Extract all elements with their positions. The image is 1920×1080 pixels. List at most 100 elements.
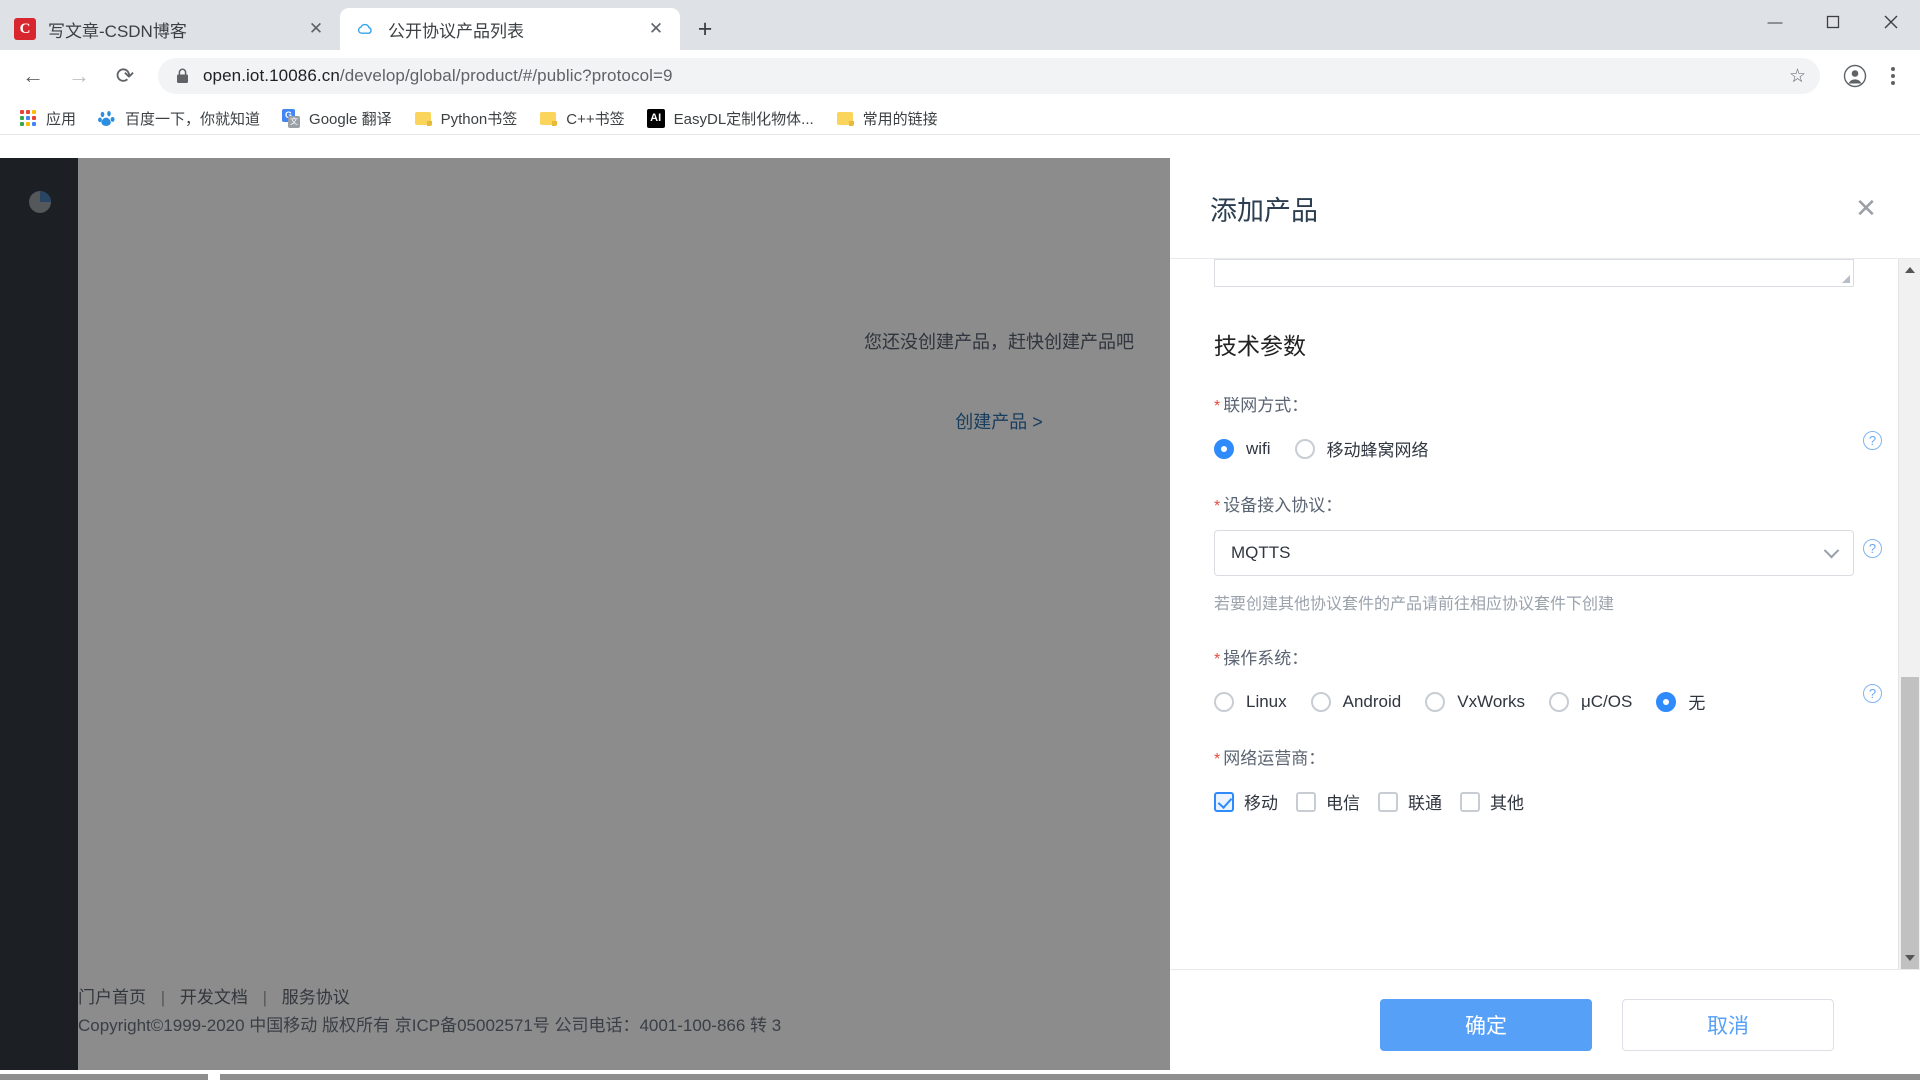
field-network-operator: * 网络运营商： 移动 电信 联通 其他: [1214, 744, 1854, 814]
maximize-button[interactable]: [1804, 0, 1862, 44]
radio-label-wifi: wifi: [1246, 438, 1271, 458]
browser-menu-button[interactable]: [1878, 67, 1908, 85]
required-mark: *: [1214, 498, 1221, 515]
checkbox-label-unicom: 联通: [1408, 794, 1442, 813]
bookmark-python[interactable]: Python书签: [405, 105, 527, 132]
chevron-down-icon: [1823, 542, 1840, 559]
radio-label-vxworks: VxWorks: [1457, 691, 1525, 711]
scrollbar-thumb[interactable]: [1901, 677, 1919, 969]
close-window-button[interactable]: [1862, 0, 1920, 44]
radio-none[interactable]: [1656, 691, 1677, 712]
close-icon[interactable]: ✕: [1852, 194, 1880, 222]
field-operating-system: * 操作系统： Linux Android VxWorks μC/OS 无 ?: [1214, 644, 1882, 714]
checkbox-other[interactable]: [1460, 791, 1480, 812]
google-translate-icon: G文: [282, 108, 301, 128]
dialog-scrollbar[interactable]: [1898, 259, 1920, 969]
easydl-icon: AI: [646, 108, 665, 128]
radio-vxworks[interactable]: [1425, 691, 1446, 712]
window-controls: —: [1746, 0, 1920, 44]
select-value: MQTTS: [1231, 543, 1291, 562]
browser-window: C 写文章-CSDN博客 ✕ 公开协议产品列表 ✕ + — ← → ⟳ open…: [0, 0, 1920, 1080]
checkbox-mobile[interactable]: [1214, 791, 1234, 812]
radio-group-network-mode: wifi 移动蜂窝网络 ?: [1214, 431, 1882, 461]
bookmark-label: 常用的链接: [862, 110, 938, 128]
folder-icon: [836, 109, 854, 127]
minimize-button[interactable]: —: [1746, 0, 1804, 44]
select-access-protocol[interactable]: MQTTS: [1214, 530, 1854, 576]
dialog-body: 技术参数 * 联网方式： wifi 移动蜂窝网络 ? * 设备接入协议： MQT…: [1170, 258, 1920, 970]
profile-icon[interactable]: [1838, 59, 1872, 93]
bookmark-baidu[interactable]: 百度一下，你就知道: [89, 105, 269, 132]
url-text: open.iot.10086.cn/develop/global/product…: [203, 66, 1779, 86]
radio-linux[interactable]: [1214, 691, 1234, 712]
apps-grid-icon: [19, 109, 37, 127]
radio-label-linux: Linux: [1246, 691, 1287, 711]
radio-wifi[interactable]: [1214, 438, 1234, 459]
required-mark: *: [1214, 398, 1221, 415]
address-bar[interactable]: open.iot.10086.cn/develop/global/product…: [158, 58, 1820, 94]
required-mark: *: [1214, 651, 1221, 668]
bookmark-google-translate[interactable]: G文 Google 翻译: [273, 105, 401, 132]
radio-group-operating-system: Linux Android VxWorks μC/OS 无 ?: [1214, 684, 1882, 714]
page-viewport: 您还没创建产品，赶快创建产品吧 创建产品 > 门户首页 | 开发文档 | 服务协…: [0, 158, 1920, 1080]
dialog-header: 添加产品 ✕: [1170, 158, 1920, 258]
folder-icon: [414, 109, 432, 127]
taskbar-sliver: [0, 1070, 1920, 1080]
bookmark-apps[interactable]: 应用: [10, 105, 85, 132]
tab-title: 公开协议产品列表: [388, 21, 524, 41]
close-icon[interactable]: ✕: [644, 17, 668, 41]
checkbox-label-other: 其他: [1490, 794, 1524, 813]
cancel-button[interactable]: 取消: [1622, 999, 1834, 1051]
checkbox-label-mobile: 移动: [1244, 794, 1278, 813]
bookmark-common-links[interactable]: 常用的链接: [827, 105, 947, 132]
dialog-title: 添加产品: [1210, 195, 1318, 226]
bookmark-label: 应用: [46, 110, 77, 128]
bookmark-label: 百度一下，你就知道: [125, 110, 261, 128]
arrow-up-icon[interactable]: [1899, 259, 1920, 281]
radio-ucos[interactable]: [1548, 691, 1569, 712]
close-icon[interactable]: ✕: [304, 17, 328, 41]
radio-label-cellular: 移动蜂窝网络: [1326, 441, 1429, 460]
description-textarea[interactable]: [1214, 259, 1854, 287]
cloud-icon: [354, 18, 376, 40]
url-host: open.iot.10086.cn: [203, 66, 340, 85]
confirm-button[interactable]: 确定: [1380, 999, 1592, 1051]
required-mark: *: [1214, 751, 1221, 768]
dialog-footer: 确定 取消: [1170, 970, 1920, 1080]
browser-tab-1[interactable]: 公开协议产品列表 ✕: [340, 8, 680, 50]
radio-label-ucos: μC/OS: [1580, 691, 1633, 711]
bookmark-label: Python书签: [440, 110, 518, 128]
field-label: * 操作系统：: [1214, 649, 1309, 668]
checkbox-group-network-operator: 移动 电信 联通 其他: [1214, 789, 1854, 814]
help-icon[interactable]: ?: [1863, 684, 1882, 703]
baidu-icon: [98, 109, 116, 127]
new-tab-button[interactable]: +: [688, 12, 722, 46]
add-product-dialog: 添加产品 ✕ 技术参数 * 联网方式： wifi 移动蜂窝网络 ? * 设备接入…: [1170, 158, 1920, 1080]
checkbox-telecom[interactable]: [1296, 791, 1316, 812]
field-label: * 设备接入协议：: [1214, 496, 1343, 515]
bookmark-easydl[interactable]: AI EasyDL定制化物体...: [638, 105, 823, 132]
reload-button[interactable]: ⟳: [104, 55, 146, 97]
radio-label-android: Android: [1342, 691, 1402, 711]
bookmark-cpp[interactable]: C++书签: [530, 105, 633, 132]
radio-label-none: 无: [1688, 694, 1706, 713]
star-icon[interactable]: ☆: [1789, 65, 1806, 88]
browser-tab-0[interactable]: C 写文章-CSDN博客 ✕: [0, 8, 340, 50]
bookmarks-bar: 应用 百度一下，你就知道 G文 Google 翻译 Python书签 C++书签…: [0, 102, 1920, 135]
browser-toolbar: ← → ⟳ open.iot.10086.cn/develop/global/p…: [0, 50, 1920, 102]
csdn-icon: C: [14, 18, 36, 40]
forward-button[interactable]: →: [58, 55, 100, 97]
help-icon[interactable]: ?: [1863, 431, 1882, 450]
radio-android[interactable]: [1310, 691, 1331, 712]
bookmark-label: C++书签: [566, 110, 625, 128]
radio-cellular[interactable]: [1294, 438, 1315, 459]
arrow-down-icon[interactable]: [1899, 947, 1920, 969]
back-button[interactable]: ←: [12, 55, 54, 97]
tab-title: 写文章-CSDN博客: [48, 21, 187, 41]
bookmark-label: EasyDL定制化物体...: [673, 110, 814, 128]
checkbox-label-telecom: 电信: [1326, 794, 1360, 813]
field-label: * 网络运营商：: [1214, 749, 1326, 768]
protocol-hint: 若要创建其他协议套件的产品请前往相应协议套件下创建: [1214, 596, 1615, 613]
checkbox-unicom[interactable]: [1378, 791, 1398, 812]
help-icon[interactable]: ?: [1863, 539, 1882, 558]
